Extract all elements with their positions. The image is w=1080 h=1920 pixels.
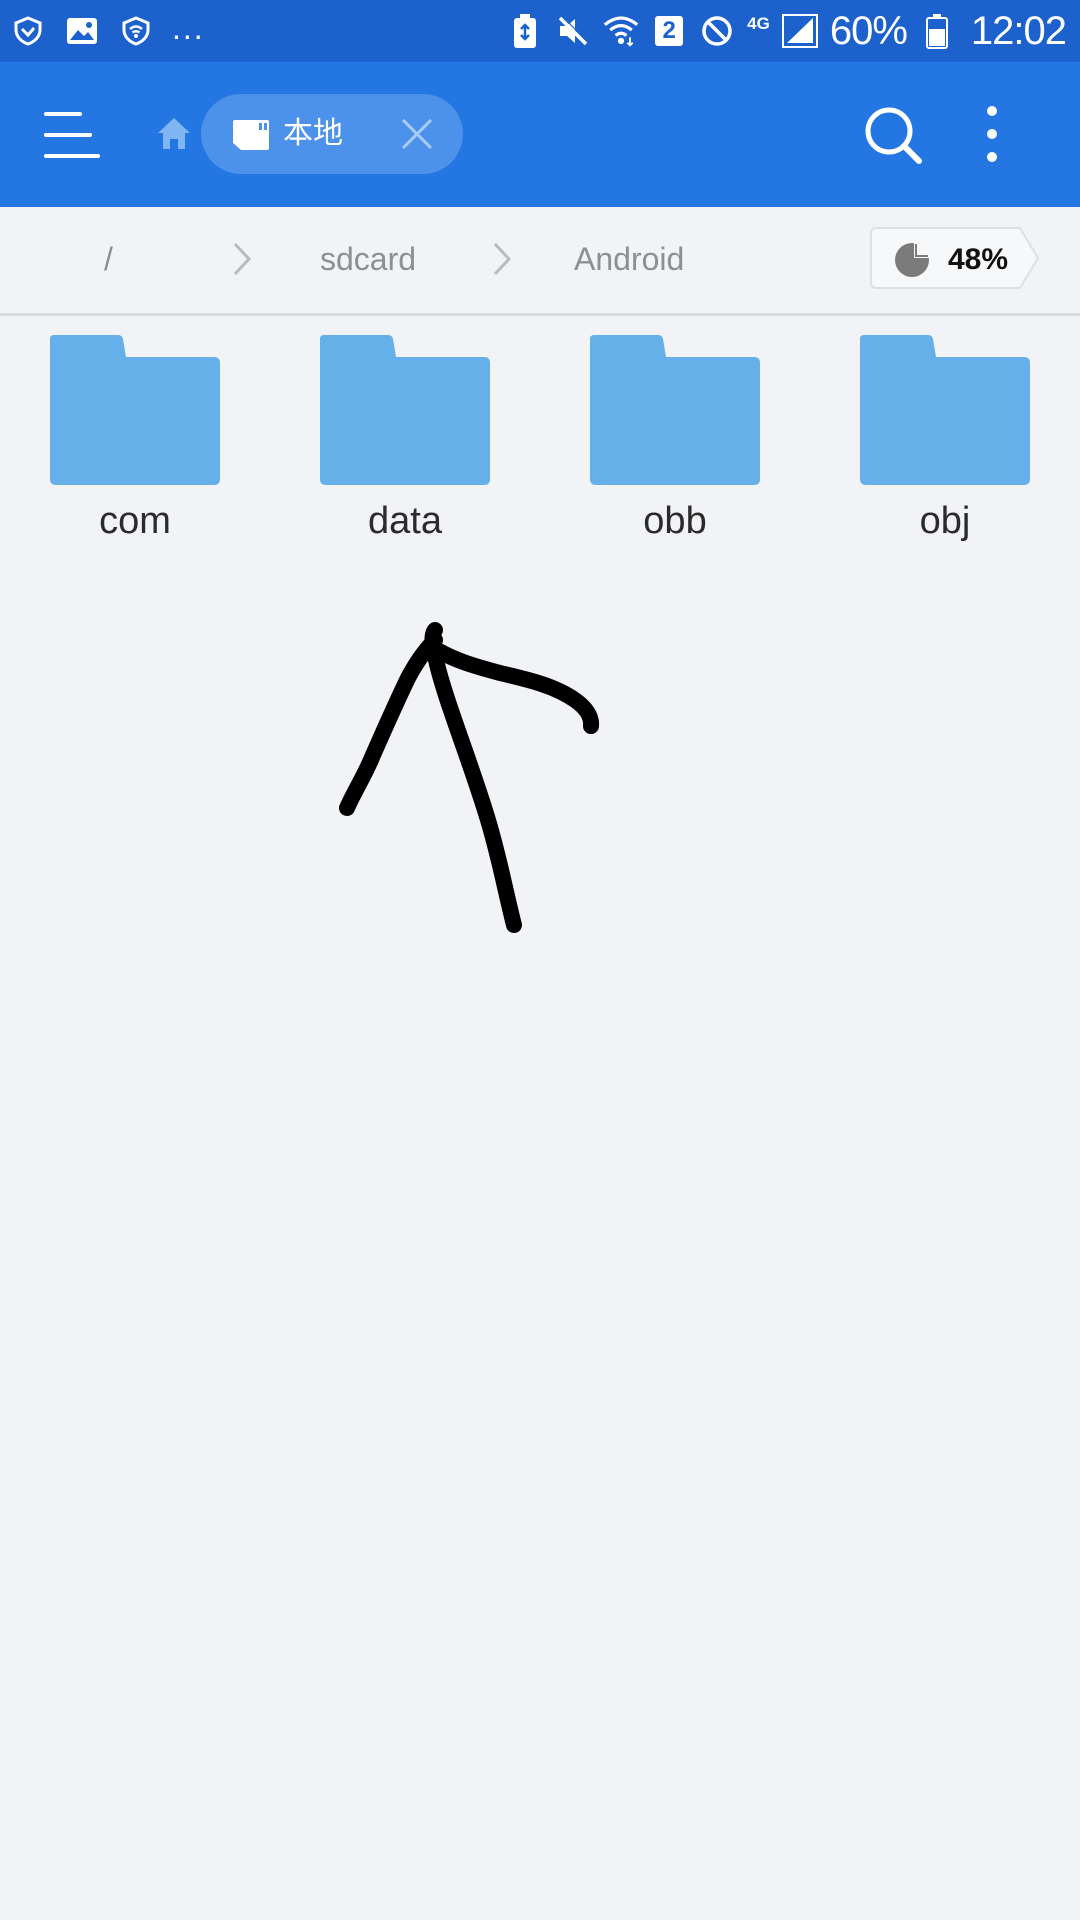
folder-com[interactable]: com [0,335,260,555]
folder-obb[interactable]: obb [540,335,800,555]
folder-name: data [368,500,442,542]
status-bar-notifications: ... [10,10,205,52]
storage-usage-badge[interactable]: 48% [870,227,1018,289]
status-bar-system: 2 4G 60% 12:02 [507,8,1067,54]
storage-used-percent: 48% [948,243,1009,276]
breadcrumb-sdcard[interactable]: sdcard [320,237,416,281]
signal-icon [781,13,818,49]
app-bar: 本地 [0,62,1080,207]
battery-icon [919,13,955,49]
chevron-right-icon [230,241,254,277]
menu-button[interactable] [44,110,100,160]
more-options-icon[interactable] [972,102,1012,166]
sim-slot-number: 2 [662,17,676,44]
status-bar: ... 2 4G 60% 12:02 [0,0,1080,62]
breadcrumb: / sdcard Android 48% [0,207,1080,316]
pie-chart-icon [894,242,930,278]
close-tab-icon[interactable] [397,114,437,154]
mute-icon [555,13,591,49]
folder-name: obb [643,500,707,542]
tab-local-storage[interactable]: 本地 [201,94,463,174]
storage-badge-arrow [1015,227,1040,289]
menu-icon [44,112,82,116]
sd-card-icon [231,119,271,151]
menu-icon-line [44,133,92,137]
tab-label: 本地 [283,117,343,150]
sim-slot-icon: 2 [651,13,687,49]
folder-icon [590,335,760,485]
more-notifications-text: ... [172,10,205,46]
home-icon[interactable] [154,114,194,154]
folder-name: obj [919,500,971,542]
search-icon[interactable] [862,104,924,166]
shield-wifi-icon [118,13,154,49]
clock: 12:02 [970,8,1067,53]
folder-icon [320,335,490,485]
battery-percent: 60% [829,8,908,53]
image-icon [64,13,100,49]
menu-icon-line [44,154,100,158]
folder-obj[interactable]: obj [810,335,1070,555]
chevron-right-icon [490,241,514,277]
folder-data[interactable]: data [270,335,530,555]
wifi-icon [603,13,639,49]
shield-check-icon [10,13,46,49]
folder-icon [50,335,220,485]
network-type-label: 4G [747,14,770,33]
do-not-disturb-icon [699,13,735,49]
folder-icon [860,335,1030,485]
battery-saver-icon [507,13,543,49]
breadcrumb-root[interactable]: / [104,237,113,281]
folder-name: com [99,500,171,542]
breadcrumb-android[interactable]: Android [574,237,684,281]
